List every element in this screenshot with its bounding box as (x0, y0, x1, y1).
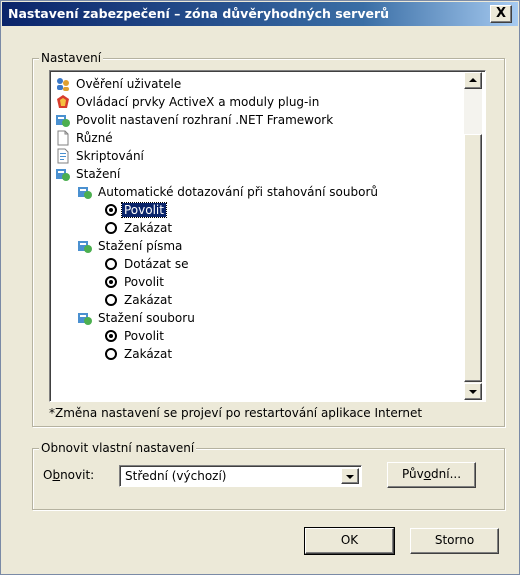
settings-icon (77, 310, 93, 326)
reset-level-select[interactable]: Střední (výchozí) (119, 465, 362, 487)
restart-note: *Změna nastavení se projeví po restartov… (49, 406, 423, 420)
settings-icon (77, 238, 93, 254)
tree-item-font-download[interactable]: Stažení písma (77, 237, 182, 255)
tree-item-label: Ověření uživatele (76, 77, 182, 91)
radio-button[interactable] (105, 204, 117, 216)
settings-icon (55, 112, 71, 128)
cancel-button-label: Storno (434, 533, 475, 547)
radio-font-prompt[interactable]: Dotázat se (105, 255, 188, 273)
settings-scrollbar[interactable] (464, 72, 482, 400)
ok-button[interactable]: OK (304, 527, 395, 555)
chevron-down-icon (346, 475, 354, 479)
scroll-up-button[interactable] (464, 72, 482, 89)
document-icon (55, 130, 71, 146)
reset-button-text: dní... (431, 467, 462, 481)
tree-item-user-auth[interactable]: Ověření uživatele (55, 75, 181, 93)
tree-item-misc[interactable]: Různé (55, 129, 113, 147)
tree-item-label: Stažení písma (98, 239, 183, 253)
close-button[interactable]: X (490, 5, 512, 23)
security-settings-dialog: Nastavení zabezpečení – zóna důvěryhodný… (0, 0, 520, 575)
reset-button[interactable]: Původní... (387, 462, 476, 488)
window-title: Nastavení zabezpečení – zóna důvěryhodný… (8, 6, 390, 21)
arrow-up-icon (469, 78, 477, 82)
radio-button[interactable] (105, 276, 117, 288)
user-auth-icon (55, 76, 71, 92)
tree-item-auto-prompt[interactable]: Automatické dotazování při stahování sou… (77, 183, 378, 201)
tree-item-label: Povolit nastavení rozhraní .NET Framewor… (76, 113, 334, 127)
tree-item-label: Stažení (76, 167, 121, 181)
reset-group-legend: Obnovit vlastní nastavení (39, 441, 197, 455)
tree-item-dotnet[interactable]: Povolit nastavení rozhraní .NET Framewor… (55, 111, 333, 129)
cancel-button[interactable]: Storno (410, 528, 499, 554)
reset-label: Obnovit: (43, 468, 94, 482)
radio-button[interactable] (105, 294, 117, 306)
radio-font-disable[interactable]: Zakázat (105, 291, 172, 309)
radio-label: Zakázat (124, 347, 173, 361)
radio-label: Zakázat (124, 293, 173, 307)
reset-button-accel: o (423, 467, 432, 481)
scroll-thumb[interactable] (464, 134, 482, 382)
radio-button[interactable] (105, 330, 117, 342)
radio-button[interactable] (105, 348, 117, 360)
radio-auto-prompt-disable[interactable]: Zakázat (105, 219, 172, 237)
close-icon: X (495, 6, 507, 21)
radio-label: Zakázat (124, 221, 173, 235)
settings-icon (77, 184, 93, 200)
tree-item-label: Automatické dotazování při stahování sou… (98, 185, 378, 199)
radio-file-disable[interactable]: Zakázat (105, 345, 172, 363)
tree-item-downloads[interactable]: Stažení (55, 165, 120, 183)
reset-label-text: novit: (60, 468, 95, 482)
radio-label: Dotázat se (124, 257, 189, 271)
settings-group-legend: Nastavení (39, 51, 104, 65)
reset-button-text: Pův (401, 467, 424, 481)
arrow-down-icon (469, 390, 477, 394)
tree-item-activex[interactable]: Ovládací prvky ActiveX a moduly plug-in (55, 93, 319, 111)
radio-label: Povolit (124, 275, 164, 289)
tree-item-label: Skriptování (76, 149, 144, 163)
radio-file-enable[interactable]: Povolit (105, 327, 164, 345)
radio-label: Povolit (124, 329, 164, 343)
reset-label-accel: b (52, 468, 61, 482)
tree-item-label: Různé (76, 131, 113, 145)
reset-level-value: Střední (výchozí) (125, 469, 227, 483)
tree-item-label: Ovládací prvky ActiveX a moduly plug-in (76, 95, 320, 109)
settings-icon (55, 166, 71, 182)
title-bar[interactable]: Nastavení zabezpečení – zóna důvěryhodný… (2, 2, 518, 26)
ok-button-label: OK (340, 533, 359, 547)
script-icon (55, 148, 71, 164)
tree-item-label: Stažení souboru (98, 311, 195, 325)
scroll-down-button[interactable] (464, 383, 482, 400)
radio-label: Povolit (121, 202, 167, 218)
combo-dropdown-button[interactable] (341, 468, 359, 484)
tree-item-file-download[interactable]: Stažení souboru (77, 309, 195, 327)
radio-auto-prompt-enable[interactable]: Povolit (105, 201, 167, 219)
radio-button[interactable] (105, 222, 117, 234)
radio-button[interactable] (105, 258, 117, 270)
settings-tree[interactable]: Ověření uživatele Ovládací prvky ActiveX… (49, 70, 486, 402)
activex-icon (55, 94, 71, 110)
radio-font-enable[interactable]: Povolit (105, 273, 164, 291)
tree-item-scripting[interactable]: Skriptování (55, 147, 144, 165)
